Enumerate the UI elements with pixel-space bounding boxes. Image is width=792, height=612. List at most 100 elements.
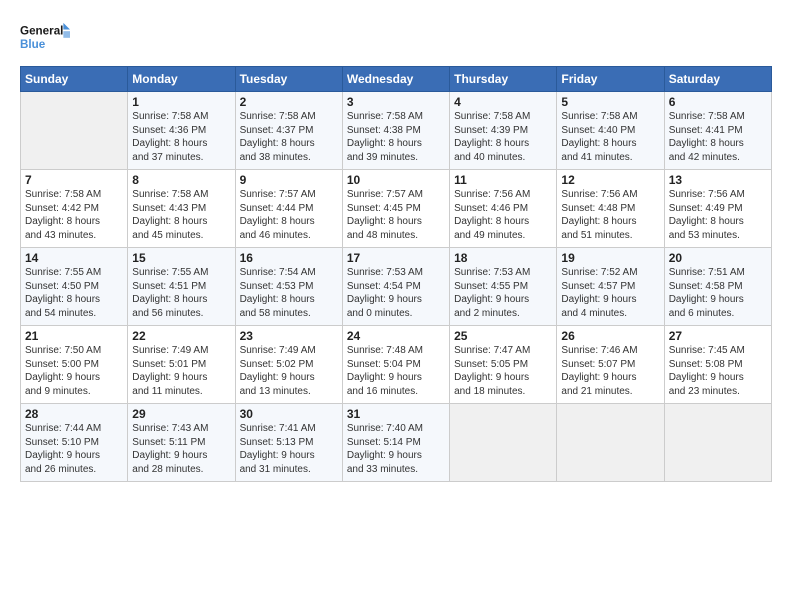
day-number: 27 [669, 329, 767, 343]
day-cell: 12Sunrise: 7:56 AM Sunset: 4:48 PM Dayli… [557, 170, 664, 248]
day-number: 31 [347, 407, 445, 421]
day-cell: 28Sunrise: 7:44 AM Sunset: 5:10 PM Dayli… [21, 404, 128, 482]
day-cell: 14Sunrise: 7:55 AM Sunset: 4:50 PM Dayli… [21, 248, 128, 326]
day-number: 14 [25, 251, 123, 265]
day-cell: 15Sunrise: 7:55 AM Sunset: 4:51 PM Dayli… [128, 248, 235, 326]
day-info: Sunrise: 7:55 AM Sunset: 4:50 PM Dayligh… [25, 266, 123, 320]
day-info: Sunrise: 7:58 AM Sunset: 4:39 PM Dayligh… [454, 110, 552, 164]
day-info: Sunrise: 7:49 AM Sunset: 5:01 PM Dayligh… [132, 344, 230, 398]
col-header-friday: Friday [557, 67, 664, 92]
day-info: Sunrise: 7:49 AM Sunset: 5:02 PM Dayligh… [240, 344, 338, 398]
day-info: Sunrise: 7:46 AM Sunset: 5:07 PM Dayligh… [561, 344, 659, 398]
day-info: Sunrise: 7:55 AM Sunset: 4:51 PM Dayligh… [132, 266, 230, 320]
day-number: 13 [669, 173, 767, 187]
page: General Blue SundayMondayTuesdayWednesda… [0, 0, 792, 492]
day-cell [21, 92, 128, 170]
day-cell: 8Sunrise: 7:58 AM Sunset: 4:43 PM Daylig… [128, 170, 235, 248]
svg-text:Blue: Blue [20, 38, 46, 51]
week-row-5: 28Sunrise: 7:44 AM Sunset: 5:10 PM Dayli… [21, 404, 772, 482]
day-cell: 16Sunrise: 7:54 AM Sunset: 4:53 PM Dayli… [235, 248, 342, 326]
col-header-monday: Monday [128, 67, 235, 92]
day-number: 30 [240, 407, 338, 421]
day-cell: 20Sunrise: 7:51 AM Sunset: 4:58 PM Dayli… [664, 248, 771, 326]
day-info: Sunrise: 7:40 AM Sunset: 5:14 PM Dayligh… [347, 422, 445, 476]
day-cell: 7Sunrise: 7:58 AM Sunset: 4:42 PM Daylig… [21, 170, 128, 248]
day-info: Sunrise: 7:58 AM Sunset: 4:38 PM Dayligh… [347, 110, 445, 164]
day-cell: 18Sunrise: 7:53 AM Sunset: 4:55 PM Dayli… [450, 248, 557, 326]
week-row-4: 21Sunrise: 7:50 AM Sunset: 5:00 PM Dayli… [21, 326, 772, 404]
day-number: 4 [454, 95, 552, 109]
header: General Blue [20, 18, 772, 56]
day-cell: 1Sunrise: 7:58 AM Sunset: 4:36 PM Daylig… [128, 92, 235, 170]
day-number: 6 [669, 95, 767, 109]
day-cell: 24Sunrise: 7:48 AM Sunset: 5:04 PM Dayli… [342, 326, 449, 404]
day-number: 5 [561, 95, 659, 109]
col-header-sunday: Sunday [21, 67, 128, 92]
col-header-saturday: Saturday [664, 67, 771, 92]
day-info: Sunrise: 7:56 AM Sunset: 4:49 PM Dayligh… [669, 188, 767, 242]
day-number: 12 [561, 173, 659, 187]
day-number: 26 [561, 329, 659, 343]
day-cell: 30Sunrise: 7:41 AM Sunset: 5:13 PM Dayli… [235, 404, 342, 482]
day-info: Sunrise: 7:48 AM Sunset: 5:04 PM Dayligh… [347, 344, 445, 398]
day-cell: 29Sunrise: 7:43 AM Sunset: 5:11 PM Dayli… [128, 404, 235, 482]
day-info: Sunrise: 7:47 AM Sunset: 5:05 PM Dayligh… [454, 344, 552, 398]
header-row: SundayMondayTuesdayWednesdayThursdayFrid… [21, 67, 772, 92]
day-cell: 26Sunrise: 7:46 AM Sunset: 5:07 PM Dayli… [557, 326, 664, 404]
day-number: 17 [347, 251, 445, 265]
day-number: 3 [347, 95, 445, 109]
day-info: Sunrise: 7:58 AM Sunset: 4:37 PM Dayligh… [240, 110, 338, 164]
day-cell: 6Sunrise: 7:58 AM Sunset: 4:41 PM Daylig… [664, 92, 771, 170]
day-cell: 22Sunrise: 7:49 AM Sunset: 5:01 PM Dayli… [128, 326, 235, 404]
day-number: 10 [347, 173, 445, 187]
day-cell: 10Sunrise: 7:57 AM Sunset: 4:45 PM Dayli… [342, 170, 449, 248]
svg-text:General: General [20, 25, 63, 38]
day-number: 25 [454, 329, 552, 343]
day-cell: 19Sunrise: 7:52 AM Sunset: 4:57 PM Dayli… [557, 248, 664, 326]
day-info: Sunrise: 7:57 AM Sunset: 4:44 PM Dayligh… [240, 188, 338, 242]
day-number: 18 [454, 251, 552, 265]
col-header-thursday: Thursday [450, 67, 557, 92]
day-info: Sunrise: 7:53 AM Sunset: 4:55 PM Dayligh… [454, 266, 552, 320]
day-cell: 11Sunrise: 7:56 AM Sunset: 4:46 PM Dayli… [450, 170, 557, 248]
day-cell: 13Sunrise: 7:56 AM Sunset: 4:49 PM Dayli… [664, 170, 771, 248]
day-number: 19 [561, 251, 659, 265]
day-info: Sunrise: 7:57 AM Sunset: 4:45 PM Dayligh… [347, 188, 445, 242]
day-info: Sunrise: 7:58 AM Sunset: 4:41 PM Dayligh… [669, 110, 767, 164]
day-info: Sunrise: 7:54 AM Sunset: 4:53 PM Dayligh… [240, 266, 338, 320]
week-row-1: 1Sunrise: 7:58 AM Sunset: 4:36 PM Daylig… [21, 92, 772, 170]
day-number: 21 [25, 329, 123, 343]
day-number: 9 [240, 173, 338, 187]
col-header-wednesday: Wednesday [342, 67, 449, 92]
day-cell: 31Sunrise: 7:40 AM Sunset: 5:14 PM Dayli… [342, 404, 449, 482]
day-number: 1 [132, 95, 230, 109]
day-info: Sunrise: 7:44 AM Sunset: 5:10 PM Dayligh… [25, 422, 123, 476]
day-number: 29 [132, 407, 230, 421]
day-info: Sunrise: 7:43 AM Sunset: 5:11 PM Dayligh… [132, 422, 230, 476]
day-info: Sunrise: 7:56 AM Sunset: 4:48 PM Dayligh… [561, 188, 659, 242]
day-info: Sunrise: 7:56 AM Sunset: 4:46 PM Dayligh… [454, 188, 552, 242]
day-number: 24 [347, 329, 445, 343]
logo: General Blue [20, 18, 70, 56]
col-header-tuesday: Tuesday [235, 67, 342, 92]
day-info: Sunrise: 7:50 AM Sunset: 5:00 PM Dayligh… [25, 344, 123, 398]
day-cell: 9Sunrise: 7:57 AM Sunset: 4:44 PM Daylig… [235, 170, 342, 248]
day-info: Sunrise: 7:53 AM Sunset: 4:54 PM Dayligh… [347, 266, 445, 320]
day-number: 7 [25, 173, 123, 187]
day-number: 15 [132, 251, 230, 265]
week-row-3: 14Sunrise: 7:55 AM Sunset: 4:50 PM Dayli… [21, 248, 772, 326]
day-cell: 2Sunrise: 7:58 AM Sunset: 4:37 PM Daylig… [235, 92, 342, 170]
day-number: 23 [240, 329, 338, 343]
logo-svg: General Blue [20, 18, 70, 56]
day-cell: 4Sunrise: 7:58 AM Sunset: 4:39 PM Daylig… [450, 92, 557, 170]
day-cell: 3Sunrise: 7:58 AM Sunset: 4:38 PM Daylig… [342, 92, 449, 170]
day-info: Sunrise: 7:45 AM Sunset: 5:08 PM Dayligh… [669, 344, 767, 398]
day-info: Sunrise: 7:58 AM Sunset: 4:43 PM Dayligh… [132, 188, 230, 242]
day-number: 20 [669, 251, 767, 265]
day-info: Sunrise: 7:58 AM Sunset: 4:36 PM Dayligh… [132, 110, 230, 164]
day-cell: 23Sunrise: 7:49 AM Sunset: 5:02 PM Dayli… [235, 326, 342, 404]
day-info: Sunrise: 7:51 AM Sunset: 4:58 PM Dayligh… [669, 266, 767, 320]
day-number: 11 [454, 173, 552, 187]
day-info: Sunrise: 7:58 AM Sunset: 4:40 PM Dayligh… [561, 110, 659, 164]
day-cell: 25Sunrise: 7:47 AM Sunset: 5:05 PM Dayli… [450, 326, 557, 404]
